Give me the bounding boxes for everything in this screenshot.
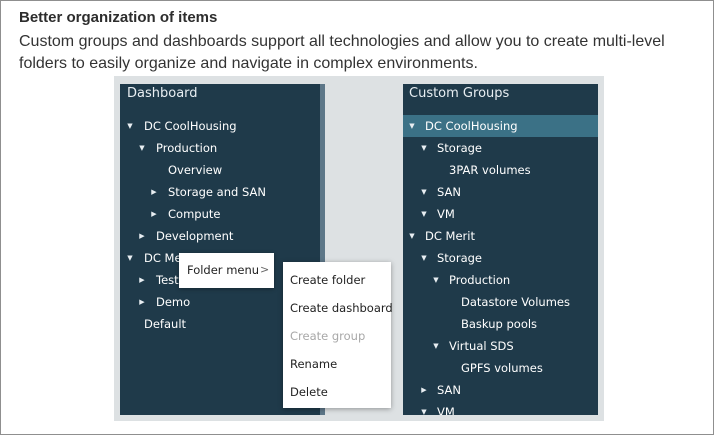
- group-item-vm[interactable]: ▼ VM: [403, 203, 598, 225]
- tree-item-label: Baskup pools: [461, 317, 538, 331]
- folder-menu-label: Folder menu: [187, 263, 260, 277]
- custom-groups-tree-panel: Custom Groups ▼ DC CoolHousing ▼ Storage…: [403, 84, 598, 415]
- group-item-backup-pools[interactable]: Baskup pools: [403, 313, 598, 335]
- custom-groups-panel-title: Custom Groups: [409, 86, 510, 101]
- group-item-3par-volumes[interactable]: 3PAR volumes: [403, 159, 598, 181]
- tree-collapsed-icon[interactable]: ▶: [149, 181, 159, 203]
- group-item-virtual-sds[interactable]: ▼ Virtual SDS: [403, 335, 598, 357]
- tree-item-storage-and-san[interactable]: ▶ Storage and SAN: [120, 181, 325, 203]
- group-item-san[interactable]: ▼ SAN: [403, 181, 598, 203]
- tree-item-dc-coolhousing[interactable]: ▼ DC CoolHousing: [120, 115, 325, 137]
- tree-expanded-icon[interactable]: ▼: [419, 137, 429, 159]
- tree-item-label: Development: [156, 229, 234, 243]
- group-item-datastore-volumes[interactable]: Datastore Volumes: [403, 291, 598, 313]
- group-item-gpfs-volumes[interactable]: GPFS volumes: [403, 357, 598, 379]
- tree-item-development[interactable]: ▶ Development: [120, 225, 325, 247]
- tree-expanded-icon[interactable]: ▼: [137, 137, 147, 159]
- group-item-vm[interactable]: ▼ VM: [403, 401, 598, 415]
- tree-item-label: Production: [156, 141, 218, 155]
- rename-menu-item[interactable]: Rename: [290, 357, 337, 371]
- tree-item-label: 3PAR volumes: [449, 163, 531, 177]
- tree-item-label: SAN: [437, 383, 461, 397]
- tree-item-compute[interactable]: ▶ Compute: [120, 203, 325, 225]
- tree-expanded-icon[interactable]: ▼: [407, 225, 417, 247]
- tree-expanded-icon[interactable]: ▼: [125, 247, 135, 269]
- tree-collapsed-icon[interactable]: ▶: [149, 203, 159, 225]
- tree-collapsed-icon[interactable]: ▶: [419, 379, 429, 401]
- tree-item-label: Datastore Volumes: [461, 295, 570, 309]
- group-item-storage[interactable]: ▼ Storage: [403, 247, 598, 269]
- tree-item-label: Default: [144, 317, 187, 331]
- tree-item-label: DC CoolHousing: [144, 119, 237, 133]
- section-description: Custom groups and dashboards support all…: [19, 33, 665, 72]
- tree-item-label: DC CoolHousing: [425, 119, 518, 133]
- group-item-dc-coolhousing[interactable]: ▼ DC CoolHousing: [403, 115, 598, 137]
- tree-item-production[interactable]: ▼ Production: [120, 137, 325, 159]
- tree-item-label: VM: [437, 405, 455, 415]
- group-item-dc-merit[interactable]: ▼ DC Merit: [403, 225, 598, 247]
- tree-collapsed-icon[interactable]: ▶: [137, 269, 147, 291]
- dashboard-panel-title: Dashboard: [127, 86, 198, 101]
- tree-expanded-icon[interactable]: ▼: [431, 269, 441, 291]
- tree-item-label: Storage: [437, 141, 482, 155]
- create-group-menu-item: Create group: [290, 329, 366, 343]
- group-item-storage[interactable]: ▼ Storage: [403, 137, 598, 159]
- tree-collapsed-icon[interactable]: ▶: [137, 225, 147, 247]
- tree-expanded-icon[interactable]: ▼: [419, 203, 429, 225]
- chevron-right-icon: >: [260, 263, 270, 276]
- create-dashboard-menu-item[interactable]: Create dashboard: [290, 301, 393, 315]
- tree-expanded-icon[interactable]: ▼: [419, 181, 429, 203]
- tree-item-label: GPFS volumes: [461, 361, 543, 375]
- section-heading: Better organization of items: [19, 9, 218, 26]
- create-folder-menu-item[interactable]: Create folder: [290, 273, 365, 287]
- folder-context-menu: Create folder Create dashboard Create gr…: [283, 262, 393, 408]
- tree-item-label: Storage: [437, 251, 482, 265]
- tree-item-label: Overview: [168, 163, 223, 177]
- tree-expanded-icon[interactable]: ▼: [431, 335, 441, 357]
- tree-item-label: Demo: [156, 295, 191, 309]
- tree-item-label: SAN: [437, 185, 461, 199]
- tree-expanded-icon[interactable]: ▼: [407, 115, 417, 137]
- tree-item-label: Virtual SDS: [449, 339, 514, 353]
- tree-item-label: VM: [437, 207, 455, 221]
- tree-collapsed-icon[interactable]: ▶: [137, 291, 147, 313]
- tree-expanded-icon[interactable]: ▼: [125, 115, 135, 137]
- folder-menu-item[interactable]: Folder menu >: [179, 253, 274, 288]
- tree-item-label: Testi: [156, 273, 182, 287]
- tree-item-label: DC Merit: [425, 229, 475, 243]
- tree-item-label: Compute: [168, 207, 221, 221]
- tree-expanded-icon[interactable]: ▼: [419, 401, 429, 415]
- delete-menu-item[interactable]: Delete: [290, 385, 328, 399]
- group-item-san[interactable]: ▶ SAN: [403, 379, 598, 401]
- tree-expanded-icon[interactable]: ▼: [419, 247, 429, 269]
- group-item-production[interactable]: ▼ Production: [403, 269, 598, 291]
- tree-item-overview[interactable]: Overview: [120, 159, 325, 181]
- tree-item-label: Production: [449, 273, 511, 287]
- tree-item-label: Storage and SAN: [168, 185, 266, 199]
